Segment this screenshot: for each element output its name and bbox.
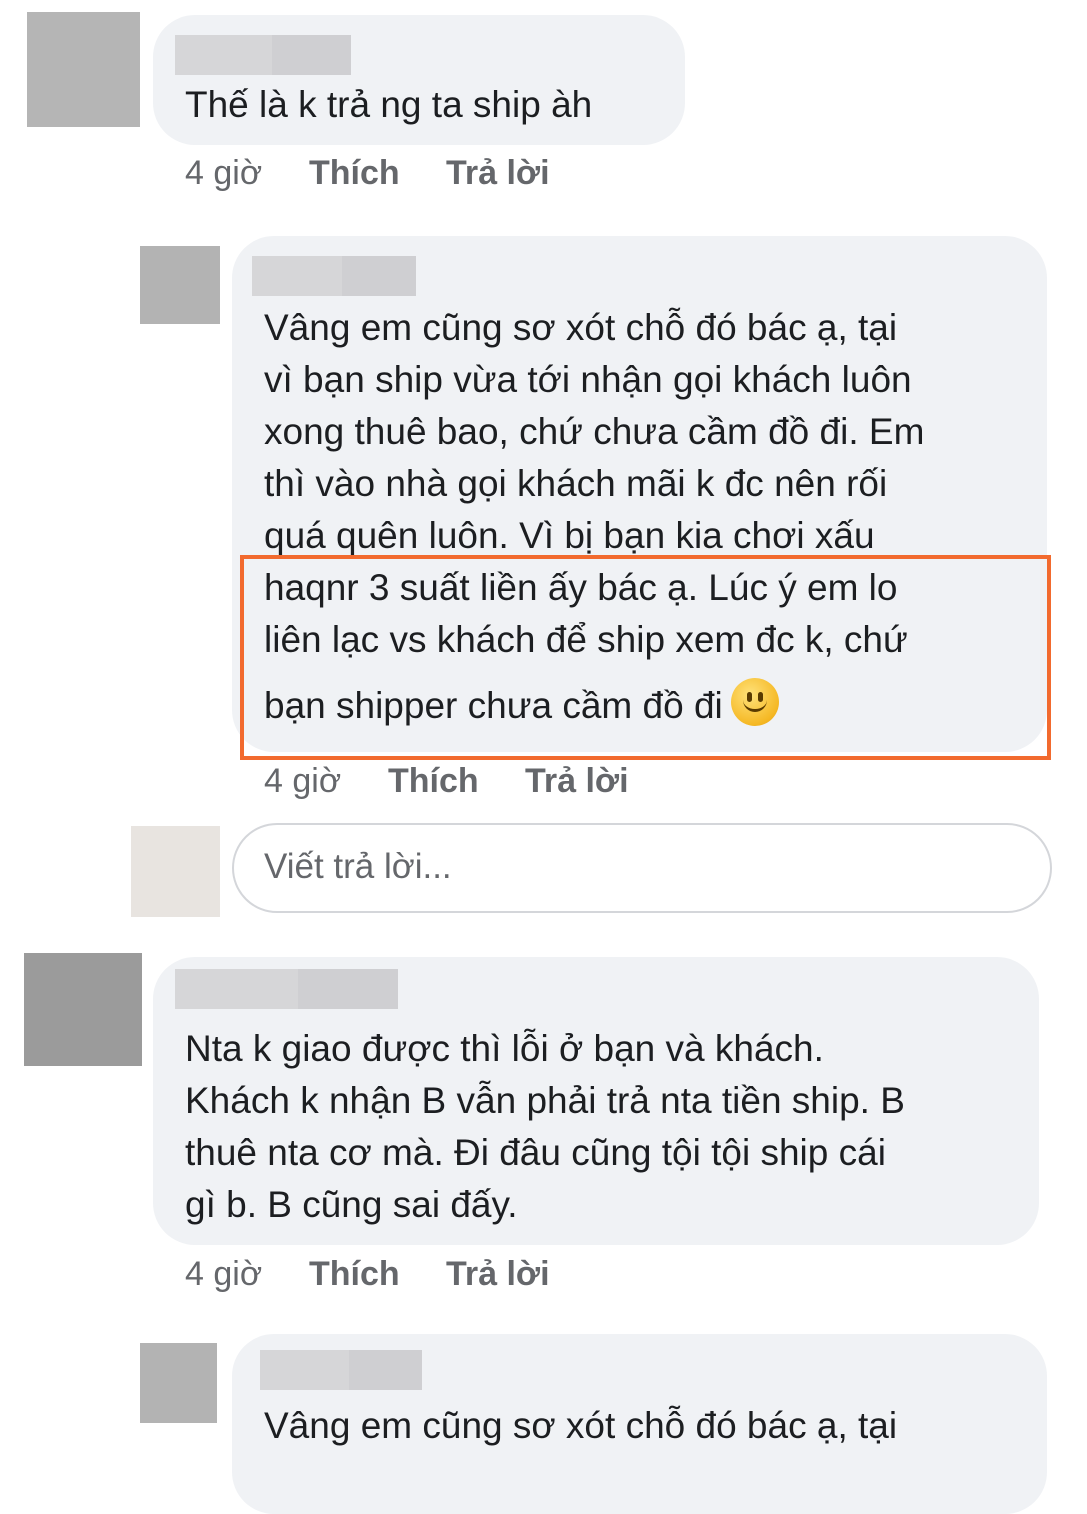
comment-bubble: Thế là k trả ng ta ship àh — [153, 15, 685, 145]
comment-text: Nta k giao được thì lỗi ở bạn và khách. — [185, 1028, 824, 1069]
highlight-box — [240, 555, 1051, 760]
like-button[interactable]: Thích — [309, 1255, 400, 1294]
author-name-blurred[interactable] — [252, 256, 416, 296]
comment-text: gì b. B cũng sai đấy. — [185, 1184, 518, 1225]
comment-bubble: Nta k giao được thì lỗi ở bạn và khách. … — [153, 957, 1039, 1245]
comment-text: Vâng em cũng sơ xót chỗ đó bác ạ, tại — [264, 307, 898, 348]
avatar[interactable] — [140, 1343, 217, 1423]
author-name-blurred[interactable] — [175, 969, 398, 1009]
avatar[interactable] — [140, 246, 220, 324]
comment-time: 4 giờ — [185, 154, 263, 192]
comment-actions: 4 giờ Thích Trả lời — [264, 762, 664, 802]
comment-actions: 4 giờ Thích Trả lời — [185, 154, 585, 194]
comment-text: thì vào nhà gọi khách mãi k đc nên rối — [264, 463, 888, 504]
like-button[interactable]: Thích — [388, 762, 479, 801]
comment-text: thuê nta cơ mà. Đi đâu cũng tội tội ship… — [185, 1132, 886, 1173]
my-avatar[interactable] — [131, 826, 220, 917]
comment-bubble: Vâng em cũng sơ xót chỗ đó bác ạ, tại — [232, 1334, 1047, 1514]
author-name-blurred[interactable] — [175, 35, 351, 75]
comment-actions: 4 giờ Thích Trả lời — [185, 1255, 585, 1295]
reply-input-placeholder: Viết trả lời... — [264, 847, 452, 886]
reply-button[interactable]: Trả lời — [446, 154, 550, 193]
comment-text: Vâng em cũng sơ xót chỗ đó bác ạ, tại — [264, 1405, 898, 1446]
comment-text: Khách k nhận B vẫn phải trả nta tiền shi… — [185, 1080, 905, 1121]
avatar[interactable] — [24, 953, 142, 1066]
avatar[interactable] — [27, 12, 140, 127]
comment-text: Thế là k trả ng ta ship àh — [185, 84, 593, 125]
comment-time: 4 giờ — [185, 1255, 263, 1293]
reply-button[interactable]: Trả lời — [446, 1255, 550, 1294]
comment-text: xong thuê bao, chứ chưa cầm đồ đi. Em — [264, 411, 925, 452]
comment-time: 4 giờ — [264, 762, 342, 800]
comment-text: vì bạn ship vừa tới nhận gọi khách luôn — [264, 359, 912, 400]
like-button[interactable]: Thích — [309, 154, 400, 193]
reply-input[interactable]: Viết trả lời... — [232, 823, 1052, 913]
reply-button[interactable]: Trả lời — [525, 762, 629, 801]
author-name-blurred[interactable] — [260, 1350, 422, 1390]
